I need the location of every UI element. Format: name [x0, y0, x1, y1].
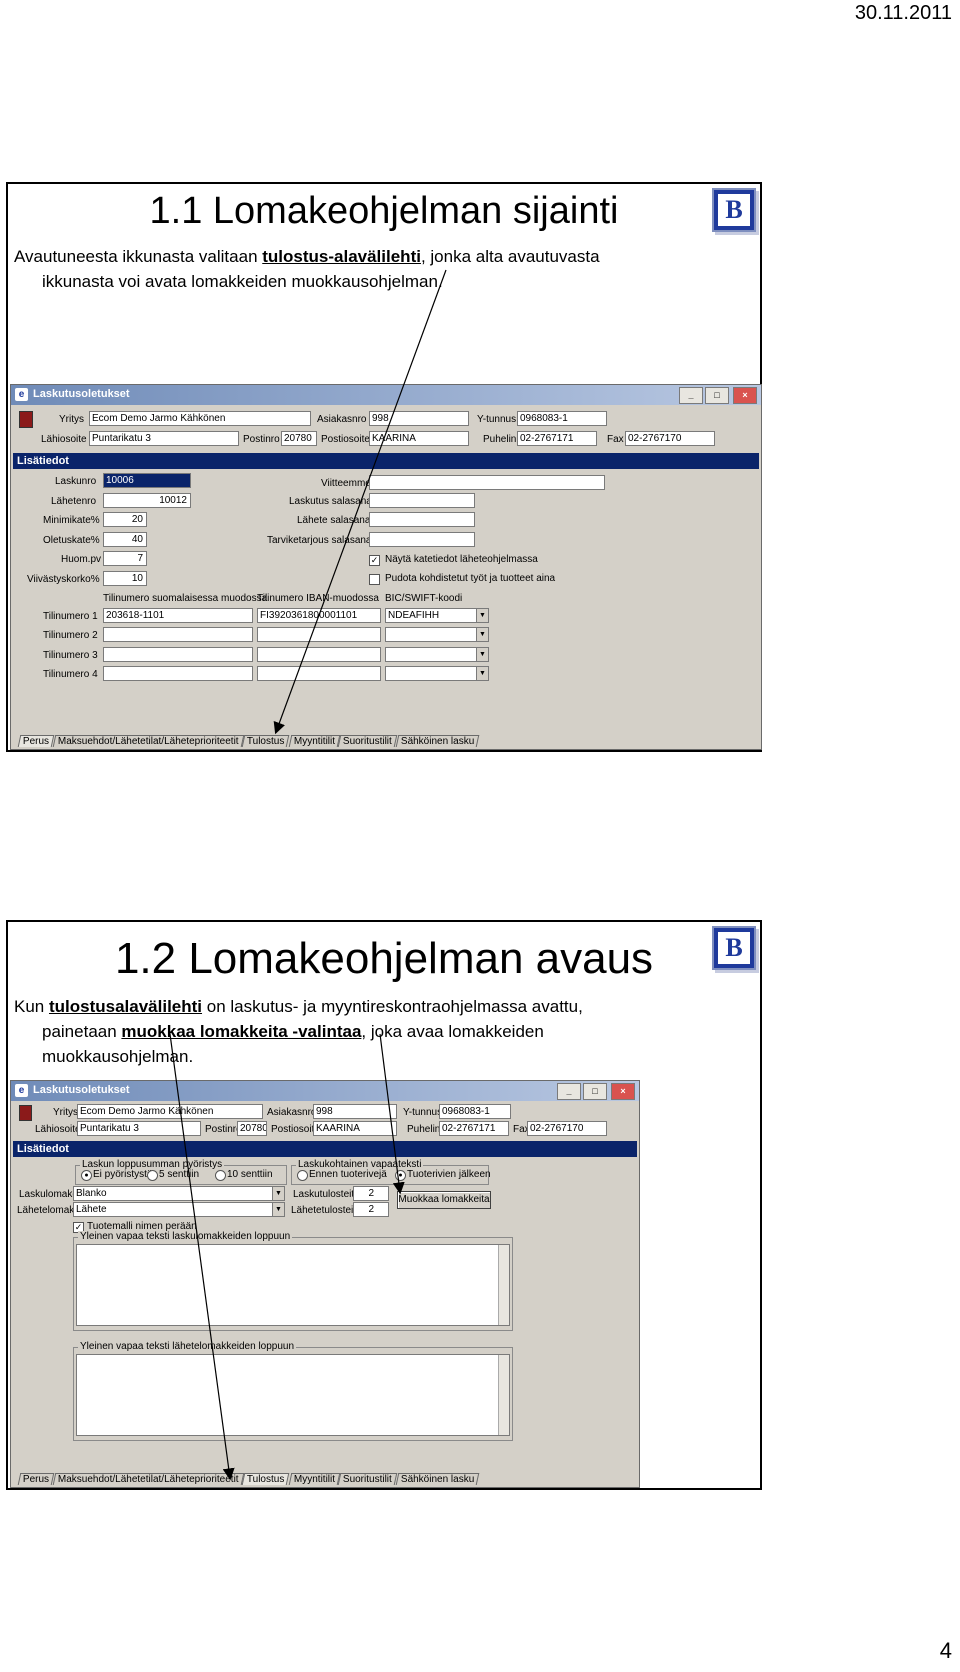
slide-2: 1.2 Lomakeohjelman avaus B Kun tulostusa… — [6, 920, 762, 1490]
slide-1: 1.1 Lomakeohjelman sijainti B Avautunees… — [6, 182, 762, 752]
pointer-arrow — [273, 269, 447, 735]
pointer-arrows — [169, 1033, 405, 1481]
page-number: 4 — [939, 1638, 952, 1663]
page-date: 30.11.2011 — [854, 2, 952, 24]
